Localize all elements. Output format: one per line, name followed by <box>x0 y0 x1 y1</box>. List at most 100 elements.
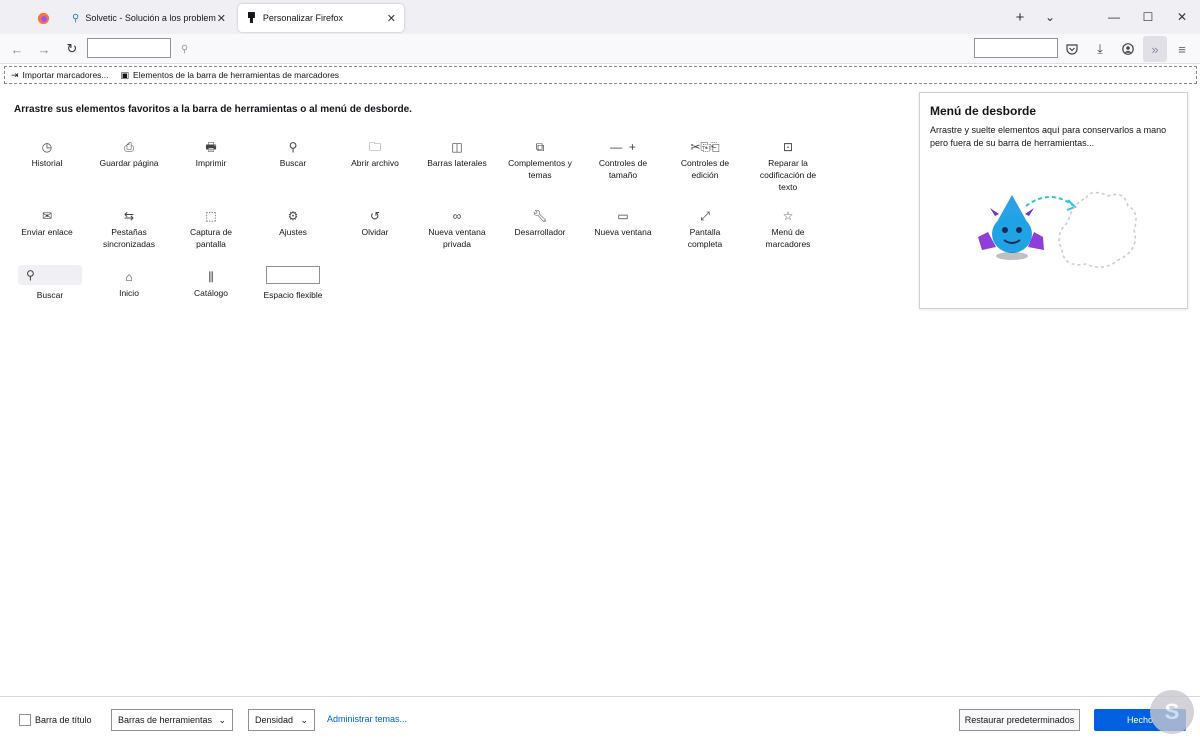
pocket-button[interactable] <box>1062 39 1082 59</box>
palette-item-label: Pestañas sincronizadas <box>103 227 155 249</box>
back-arrow-icon: ← <box>10 41 24 57</box>
reload-button[interactable]: ↻ <box>62 39 82 59</box>
palette-item-pestanas-sincronizadas[interactable]: ⇆ Pestañas sincronizadas <box>96 206 162 250</box>
home-icon: ⌂ <box>125 270 133 284</box>
chevron-down-icon: ⌄ <box>218 714 226 725</box>
save-page-icon: ⎙ <box>124 140 134 154</box>
density-select[interactable]: Densidad ⌄ <box>248 709 315 731</box>
maximize-button[interactable]: ☐ <box>1136 6 1160 28</box>
zoom-icon: — + <box>610 140 636 154</box>
palette-item-label: Captura de pantalla <box>189 227 233 249</box>
reload-icon: ↻ <box>66 41 78 56</box>
palette-item-buscar[interactable]: ⚲ Buscar <box>260 137 326 169</box>
overflow-menu-button[interactable]: » <box>1143 36 1167 62</box>
palette-item-label: Abrir archivo <box>351 158 399 168</box>
manage-themes-link[interactable]: Administrar temas... <box>327 714 407 724</box>
search-icon: ⚲ <box>18 265 82 285</box>
puzzle-icon: ⧉ <box>535 140 545 154</box>
flexible-space-icon <box>266 266 320 284</box>
palette-item-captura-pantalla[interactable]: ⬚ Captura de pantalla <box>178 206 244 250</box>
flexible-space-placeholder[interactable] <box>87 38 171 58</box>
palette-item-abrir-archivo[interactable]: 🗀 Abrir archivo <box>342 137 408 169</box>
title-bar-label: Barra de título <box>35 715 92 725</box>
palette-item-label: Imprimir <box>195 158 227 168</box>
toolbars-select[interactable]: Barras de herramientas ⌄ <box>111 709 233 731</box>
open-file-icon: 🗀 <box>368 140 381 154</box>
palette-item-label: Ajustes <box>279 227 307 237</box>
bookmarks-toolbar: ⇥ Importar marcadores... ▣ Elementos de … <box>4 66 1197 84</box>
close-tab-icon[interactable]: ✕ <box>387 12 396 25</box>
overflow-menu-panel[interactable]: Menú de desborde Arrastre y suelte eleme… <box>919 92 1188 309</box>
palette-item-controles-edicion[interactable]: ✂⎘⎗ Controles de edición <box>672 137 738 181</box>
import-icon: ⇥ <box>11 69 19 80</box>
palette-item-menu-marcadores[interactable]: ☆ Menú de marcadores <box>755 206 821 250</box>
palette-item-label: Desarrollador <box>514 227 566 237</box>
palette-item-label: Espacio flexible <box>263 290 323 300</box>
tab-personalizar-firefox[interactable]: Personalizar Firefox ✕ <box>238 4 404 32</box>
new-tab-button[interactable]: + <box>1008 6 1032 28</box>
palette-item-nueva-ventana[interactable]: ▭ Nueva ventana <box>590 206 656 238</box>
import-bookmarks-item[interactable]: ⇥ Importar marcadores... <box>11 70 109 81</box>
palette-item-inicio[interactable]: ⌂ Inicio <box>96 267 162 299</box>
close-window-button[interactable]: ✕ <box>1170 6 1194 28</box>
palette-item-espacio-flexible[interactable]: Espacio flexible <box>260 265 326 301</box>
palette-item-historial[interactable]: ◷ Historial <box>14 137 80 169</box>
minimize-button[interactable]: — <box>1102 6 1126 28</box>
palette-item-label: Controles de edición <box>680 158 730 180</box>
library-icon: ⫼ <box>208 270 214 284</box>
text-encoding-icon: ⊡ <box>782 140 794 154</box>
palette-item-imprimir[interactable]: 🖶 Imprimir <box>178 137 244 169</box>
flexible-space-placeholder-right[interactable] <box>974 38 1058 58</box>
palette-item-nueva-ventana-privada[interactable]: ∞ Nueva ventana privada <box>424 206 490 250</box>
tab-firefox[interactable] <box>28 4 58 32</box>
bookmarks-toolbar-items-label: Elementos de la barra de herramientas de… <box>133 70 340 80</box>
wrench-icon: 🔧︎ <box>532 209 548 223</box>
tab-label: Solvetic - Solución a los problem <box>85 13 216 23</box>
palette-item-buscar-box[interactable]: ⚲ Buscar <box>18 265 82 301</box>
downloads-button[interactable]: ⤓ <box>1090 39 1110 59</box>
pocket-icon <box>1066 43 1078 55</box>
palette-item-label: Olvidar <box>361 227 389 237</box>
palette-item-complementos[interactable]: ⧉ Complementos y temas <box>507 137 573 181</box>
tab-solvetic[interactable]: ⚲ Solvetic - Solución a los problem ✕ <box>62 4 234 32</box>
bookmark-item-icon: ▣ <box>120 69 130 80</box>
tab-label: Personalizar Firefox <box>262 13 343 23</box>
title-bar-checkbox[interactable] <box>19 714 31 726</box>
palette-item-desarrollador[interactable]: 🔧︎ Desarrollador <box>507 206 573 238</box>
palette-item-reparar-codificacion[interactable]: ⊡ Reparar la codificación de texto <box>755 137 821 193</box>
palette-item-barras-laterales[interactable]: ◫ Barras laterales <box>424 137 490 169</box>
list-tabs-button[interactable]: ⌄ <box>1038 6 1062 28</box>
palette-item-olvidar[interactable]: ↺ Olvidar <box>342 206 408 238</box>
back-button[interactable]: ← <box>7 39 27 59</box>
new-window-icon: ▭ <box>617 209 629 223</box>
palette-item-ajustes[interactable]: ⚙ Ajustes <box>260 206 326 238</box>
chevrons-right-icon: » <box>1151 41 1159 57</box>
print-icon: 🖶 <box>205 140 217 154</box>
palette-item-pantalla-completa[interactable]: ⤢ Pantalla completa <box>672 206 738 250</box>
restore-defaults-button[interactable]: Restaurar predeterminados <box>959 709 1080 731</box>
forward-button[interactable]: → <box>34 39 54 59</box>
customize-footer: Barra de título Barras de herramientas ⌄… <box>0 696 1200 741</box>
palette-item-enviar-enlace[interactable]: ✉ Enviar enlace <box>14 206 80 238</box>
url-bar[interactable]: ⚲ <box>175 38 970 60</box>
overflow-panel-description: Arrastre y suelte elementos aquí para co… <box>930 125 1167 148</box>
palette-item-catalogo[interactable]: ⫼ Catálogo <box>178 267 244 299</box>
forward-arrow-icon: → <box>37 41 51 57</box>
palette-item-controles-tamano[interactable]: — + Controles de tamaño <box>590 137 656 181</box>
mail-icon: ✉ <box>41 209 53 223</box>
palette-item-label: Catálogo <box>193 288 229 298</box>
bookmarks-toolbar-items[interactable]: ▣ Elementos de la barra de herramientas … <box>121 70 340 81</box>
bookmarks-menu-icon: ☆ <box>782 209 794 223</box>
navigation-toolbar: ← → ↻ ⚲ ⤓ » ≡ <box>0 34 1200 64</box>
palette-item-label: Buscar <box>36 290 64 300</box>
palette-item-guardar-pagina[interactable]: ⎙ Guardar página <box>96 137 162 169</box>
account-icon <box>1122 43 1134 55</box>
palette-item-label: Controles de tamaño <box>598 158 648 180</box>
private-mask-icon: ∞ <box>452 209 462 223</box>
watermark-logo-icon: S <box>1150 690 1194 734</box>
app-menu-button[interactable]: ≡ <box>1172 39 1192 59</box>
account-button[interactable] <box>1118 39 1138 59</box>
dragon-illustration-icon <box>978 191 1137 268</box>
close-tab-icon[interactable]: ✕ <box>217 12 226 25</box>
palette-item-label: Nueva ventana privada <box>428 227 486 249</box>
